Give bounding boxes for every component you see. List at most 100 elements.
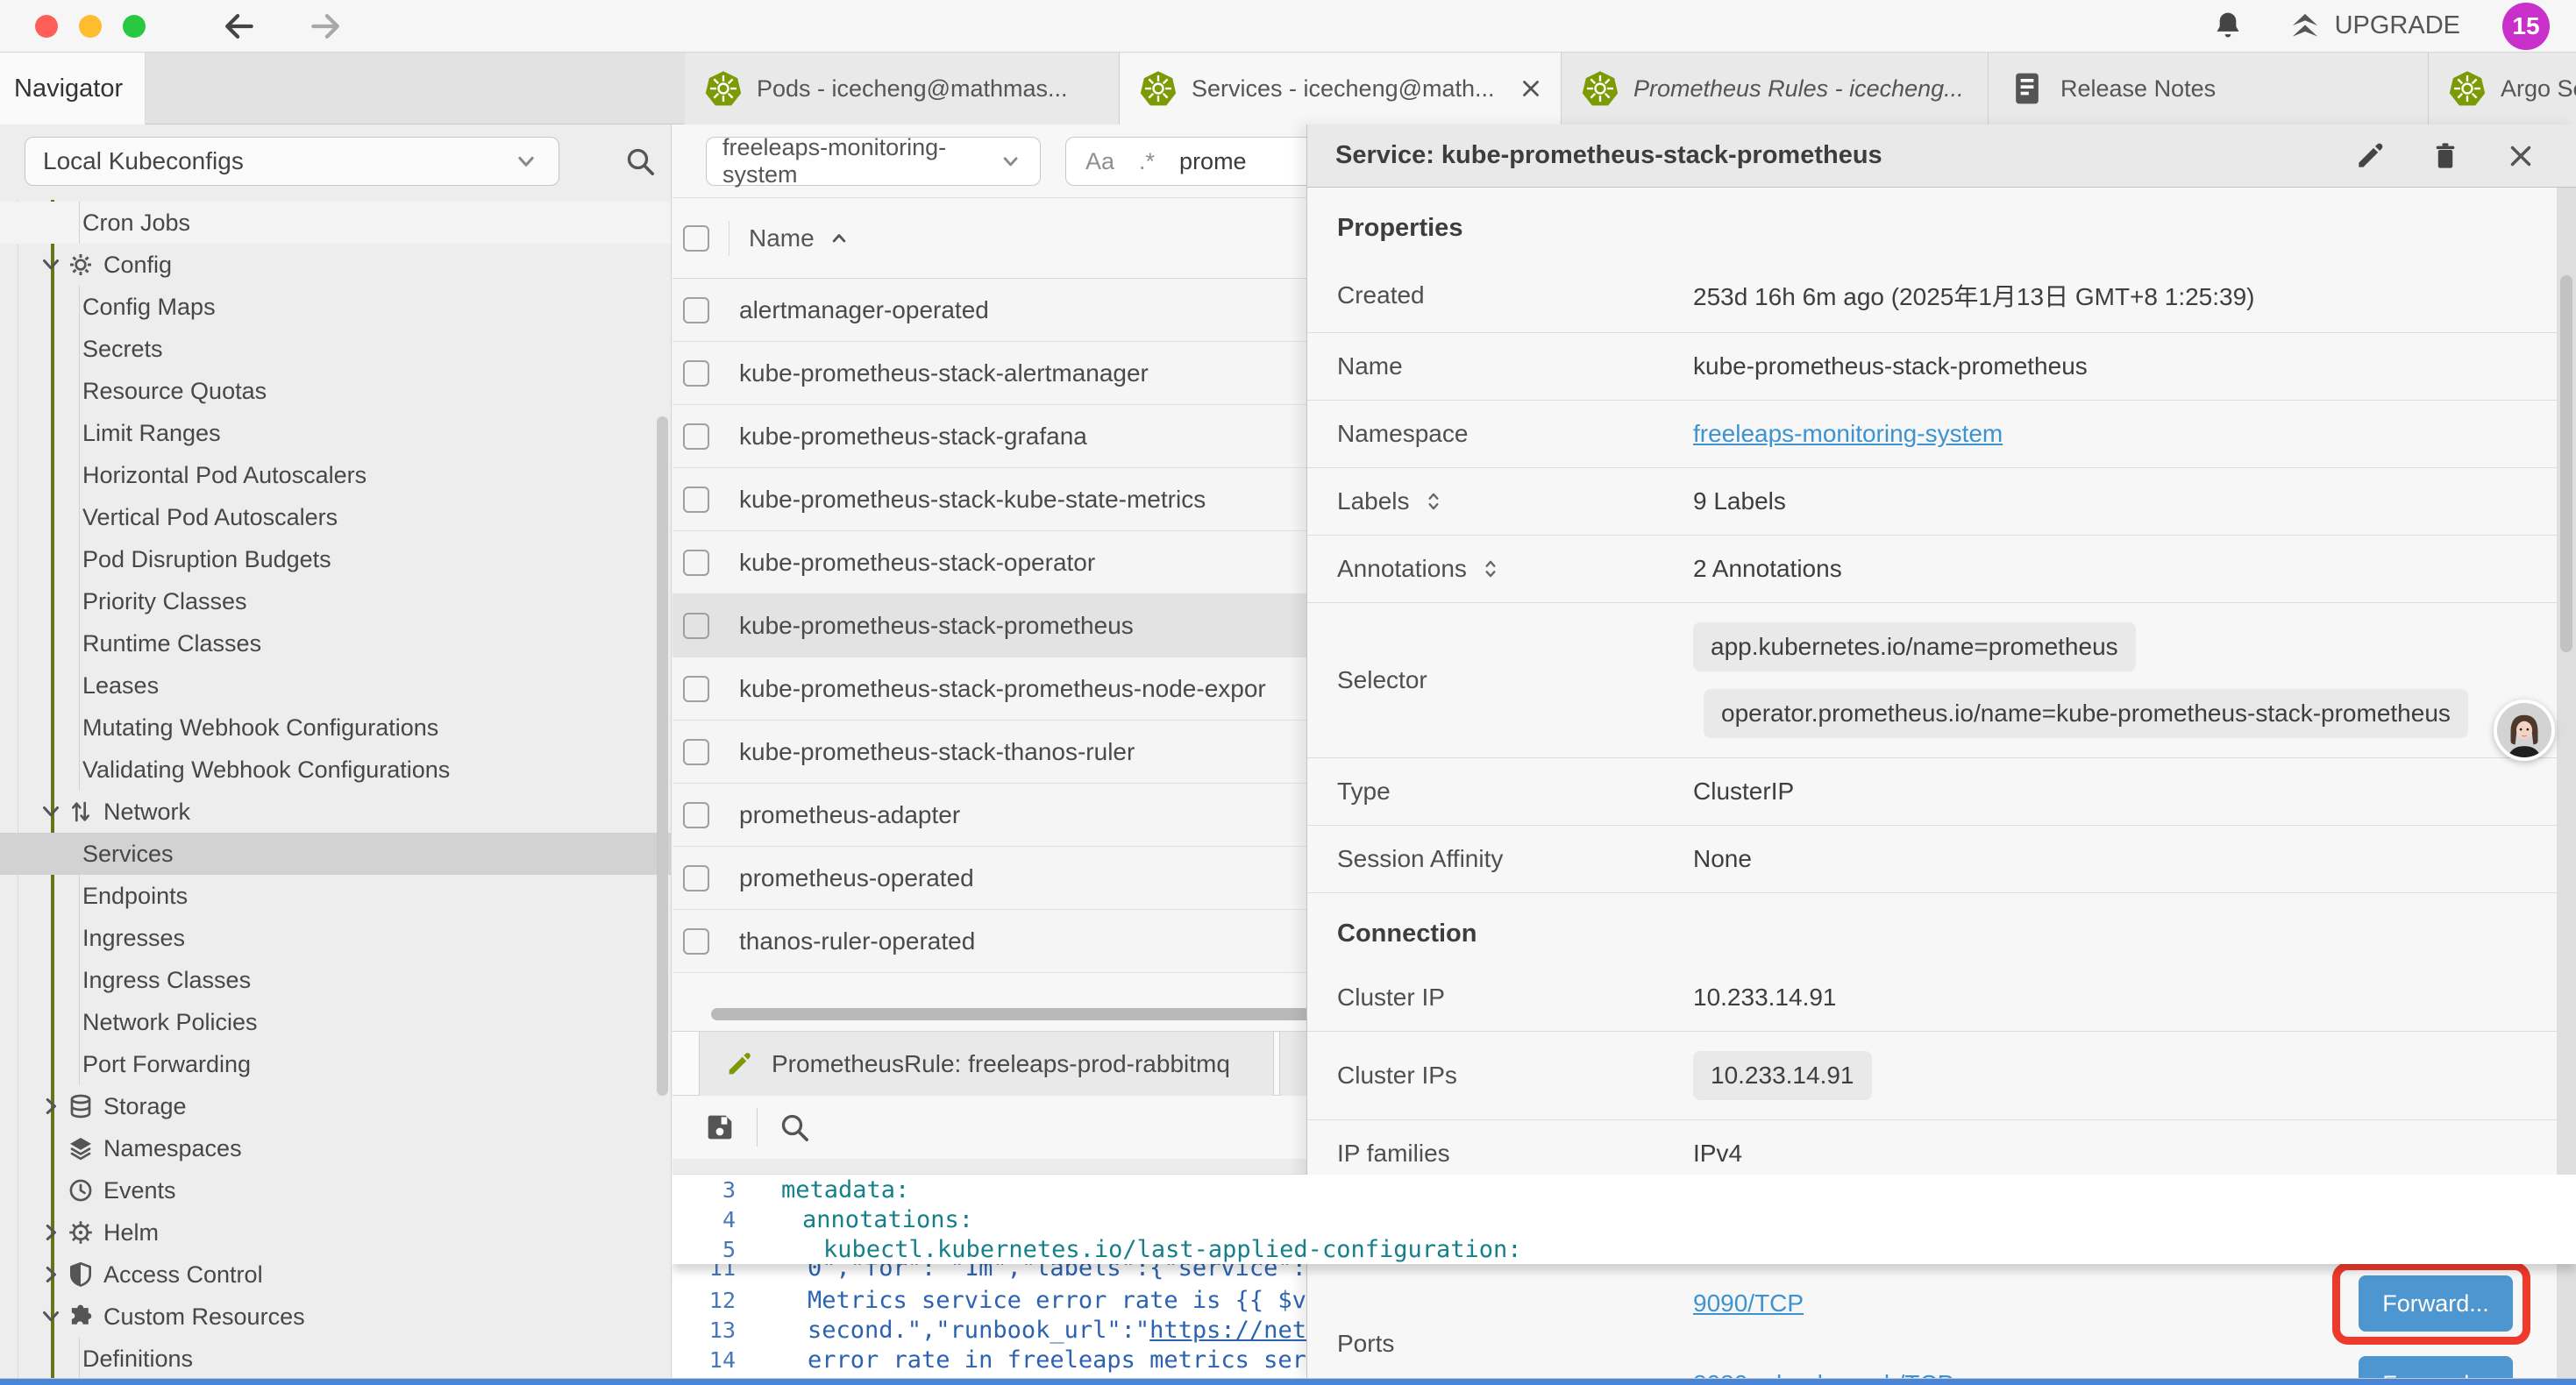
sidebar-item-network-policies[interactable]: Network Policies [0,1001,671,1043]
chevron-right-icon[interactable] [35,1090,67,1122]
chevron-down-icon [997,146,1024,176]
kubeconfig-context-select[interactable]: Local Kubeconfigs [25,137,559,186]
sidebar-item-validating-webhook-configurations[interactable]: Validating Webhook Configurations [0,749,671,791]
chevron-down-icon[interactable] [35,796,67,827]
regex-toggle[interactable]: .* [1139,148,1155,175]
sidebar-item-label: Events [103,1177,176,1204]
tab-1[interactable]: Services - icecheng@math... [1120,53,1562,124]
sidebar-item-access-control[interactable]: Access Control [0,1254,671,1296]
sidebar-item-resource-quotas[interactable]: Resource Quotas [0,370,671,412]
sidebar-item-namespaces[interactable]: Namespaces [0,1127,671,1169]
sidebar-item-vertical-pod-autoscalers[interactable]: Vertical Pod Autoscalers [0,496,671,538]
row-checkbox[interactable] [683,613,709,639]
sidebar-item-custom-resources[interactable]: Custom Resources [0,1296,671,1338]
sidebar-item-cron-jobs[interactable]: Cron Jobs [0,202,671,244]
tab-label: Pods - icecheng@mathmas... [757,75,1068,103]
close-tab-icon[interactable] [1509,75,1535,102]
row-checkbox[interactable] [683,676,709,702]
row-checkbox[interactable] [683,928,709,955]
tab-2[interactable]: Prometheus Rules - icecheng... [1562,53,1989,124]
sidebar-item-ingress-classes[interactable]: Ingress Classes [0,959,671,1001]
select-all-checkbox[interactable] [683,225,709,252]
sidebar-item-mutating-webhook-configurations[interactable]: Mutating Webhook Configurations [0,707,671,749]
case-sensitive-toggle[interactable]: Aa [1085,148,1114,175]
sidebar-item-storage[interactable]: Storage [0,1085,671,1127]
forward-button[interactable]: Forward... [2359,1356,2513,1378]
editor-search-icon[interactable] [777,1110,812,1145]
tab-0[interactable]: Pods - icecheng@mathmas... [685,53,1120,124]
property-row-name: Namekube-prometheus-stack-prometheus [1307,333,2557,401]
app-window: UPGRADE 15 Navigator Pods - icecheng@mat… [0,0,2576,1385]
sidebar-item-priority-classes[interactable]: Priority Classes [0,580,671,622]
sidebar-search-icon[interactable] [623,144,658,179]
sidebar-item-label: Storage [103,1093,187,1120]
layers-icon [67,1134,95,1162]
sidebar-item-ingresses[interactable]: Ingresses [0,917,671,959]
close-window-button[interactable] [35,15,58,38]
sidebar-item-network[interactable]: Network [0,791,671,833]
sidebar-item-config[interactable]: Config [0,244,671,286]
editor-code: second.","runbook_url":"https://netdata [757,1317,1363,1344]
row-checkbox[interactable] [683,423,709,450]
sidebar-item-port-forwarding[interactable]: Port Forwarding [0,1043,671,1085]
column-header-name[interactable]: Name [749,224,851,252]
ports-list: 9090/TCP Forward... 8080:reloader-web/TCP F… [1693,1275,2513,1378]
row-checkbox[interactable] [683,865,709,891]
row-checkbox[interactable] [683,802,709,828]
code-segment: kubectl.kubernetes.io/last-applied-confi… [823,1236,1522,1263]
sidebar-item-leases[interactable]: Leases [0,664,671,707]
row-checkbox[interactable] [683,297,709,323]
sidebar-item-config-maps[interactable]: Config Maps [0,286,671,328]
dock-tab-0[interactable]: PrometheusRule: freeleaps-prod-rabbitmq [699,1032,1274,1096]
port-link[interactable]: 8080:reloader-web/TCP [1693,1370,1953,1378]
sidebar-item-helm[interactable]: Helm [0,1211,671,1254]
port-link[interactable]: 9090/TCP [1693,1289,1804,1318]
sidebar-scrollbar[interactable] [657,416,668,1096]
editor-code: annotations: [757,1206,973,1233]
forward-button-wrap: Forward... [2359,1356,2513,1378]
edit-icon[interactable] [2353,139,2387,173]
save-icon[interactable] [702,1110,737,1145]
helm-icon [67,1218,95,1246]
notification-count-badge[interactable]: 15 [2502,3,2550,50]
sort-updown-icon[interactable] [1422,490,1445,513]
row-checkbox[interactable] [683,487,709,513]
minimize-window-button[interactable] [79,15,102,38]
sidebar-item-endpoints[interactable]: Endpoints [0,875,671,917]
user-avatar[interactable] [2494,700,2555,761]
sidebar-item-services[interactable]: Services [0,833,671,875]
row-checkbox[interactable] [683,360,709,387]
chevron-right-icon[interactable] [35,1217,67,1248]
code-segment: error rate in freeleaps metrics service [808,1346,1363,1374]
chevron-down-icon [511,146,541,176]
back-icon[interactable] [219,7,258,46]
tab-4[interactable]: Argo Se [2429,53,2576,124]
chevron-down-icon[interactable] [35,249,67,281]
tab-3[interactable]: Release Notes [1989,53,2429,124]
sidebar-item-pod-disruption-budgets[interactable]: Pod Disruption Budgets [0,538,671,580]
sidebar-item-events[interactable]: Events [0,1169,671,1211]
delete-icon[interactable] [2429,139,2462,173]
sidebar-item-secrets[interactable]: Secrets [0,328,671,370]
zoom-window-button[interactable] [123,15,146,38]
sidebar-item-label: Ingresses [82,925,185,952]
chevron-down-icon[interactable] [35,1301,67,1332]
property-label-text: Name [1337,352,1403,380]
namespace-filter-select[interactable]: freeleaps-monitoring-system [706,137,1041,186]
sidebar-item-limit-ranges[interactable]: Limit Ranges [0,412,671,454]
forward-button[interactable]: Forward... [2359,1275,2513,1332]
sidebar-item-runtime-classes[interactable]: Runtime Classes [0,622,671,664]
chevron-right-icon[interactable] [35,1259,67,1290]
upgrade-button[interactable]: UPGRADE [2288,9,2460,44]
row-checkbox[interactable] [683,550,709,576]
sidebar-item-horizontal-pod-autoscalers[interactable]: Horizontal Pod Autoscalers [0,454,671,496]
row-checkbox[interactable] [683,739,709,765]
sidebar-item-definitions[interactable]: Definitions [0,1338,671,1378]
close-icon[interactable] [2504,139,2537,173]
navigator-panel-tab[interactable]: Navigator [0,53,146,124]
notifications-bell-icon[interactable] [2210,9,2245,44]
property-row-cluster-ip: Cluster IP10.233.14.91 [1307,964,2557,1032]
forward-icon[interactable] [307,7,345,46]
namespace-link[interactable]: freeleaps-monitoring-system [1693,420,2003,448]
sort-updown-icon[interactable] [1479,558,1502,580]
